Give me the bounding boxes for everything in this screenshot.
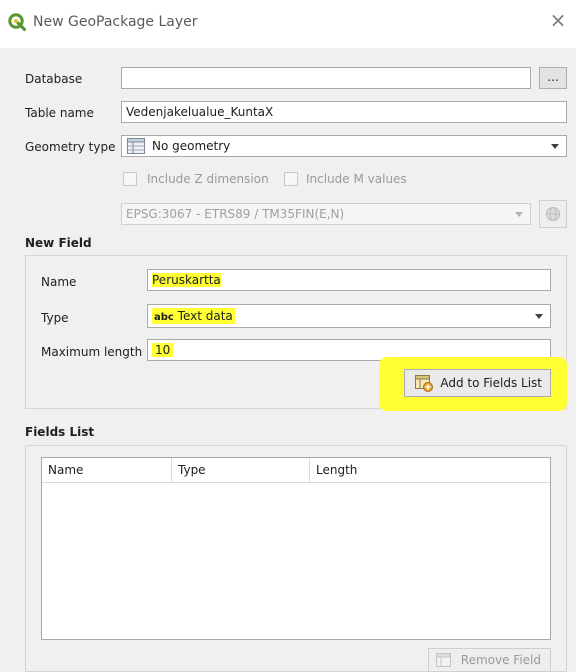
field-name-value: Peruskartta [152, 273, 221, 287]
add-field-icon [415, 375, 433, 392]
new-field-title: New Field [25, 236, 92, 250]
title-bar: New GeoPackage Layer × [0, 0, 576, 48]
column-header-length[interactable]: Length [310, 458, 551, 482]
fields-list-title: Fields List [25, 425, 95, 439]
add-to-fields-list-button[interactable]: Add to Fields List [404, 369, 551, 397]
browse-button[interactable]: ... [539, 67, 567, 89]
include-m-checkbox[interactable] [284, 172, 298, 186]
globe-icon [546, 207, 560, 221]
column-header-type[interactable]: Type [172, 458, 310, 482]
max-length-label: Maximum length [41, 345, 143, 359]
column-header-name[interactable]: Name [42, 458, 172, 482]
geometry-type-value: No geometry [152, 139, 231, 153]
table-name-input[interactable]: Vedenjakelualue_KuntaX [121, 101, 567, 123]
field-name-label: Name [41, 275, 77, 289]
close-icon[interactable]: × [548, 10, 568, 30]
database-label: Database [25, 72, 83, 86]
crs-value: EPSG:3067 - ETRS89 / TM35FIN(E,N) [126, 207, 345, 221]
window-title: New GeoPackage Layer [33, 14, 198, 30]
field-name-input[interactable]: Peruskartta [147, 269, 551, 291]
crs-select[interactable]: EPSG:3067 - ETRS89 / TM35FIN(E,N) [121, 203, 531, 225]
remove-field-label: Remove Field [460, 653, 541, 667]
text-type-icon: abc [154, 312, 174, 323]
geometry-type-label: Geometry type [25, 140, 116, 154]
add-to-fields-list-label: Add to Fields List [440, 376, 542, 390]
max-length-value: 10 [152, 343, 174, 357]
include-z-label: Include Z dimension [147, 172, 269, 186]
chevron-down-icon [515, 212, 523, 217]
qgis-logo-icon [8, 13, 26, 31]
include-m-label: Include M values [306, 172, 407, 186]
chevron-down-icon [551, 144, 559, 149]
field-type-value: Text data [177, 309, 233, 323]
table-grid-icon [127, 138, 145, 154]
database-input[interactable] [121, 67, 531, 89]
crs-selector-button[interactable] [539, 200, 567, 228]
remove-field-icon [436, 653, 451, 667]
field-type-label: Type [41, 311, 69, 325]
include-z-checkbox[interactable] [123, 172, 137, 186]
remove-field-button[interactable]: Remove Field [428, 648, 551, 672]
geometry-type-select[interactable]: No geometry [121, 135, 567, 157]
table-name-label: Table name [25, 106, 94, 120]
fields-table-header: Name Type Length [42, 458, 550, 483]
field-type-highlight: abc Text data [152, 308, 235, 324]
field-type-select[interactable]: abc Text data [147, 304, 551, 328]
chevron-down-icon [535, 314, 543, 319]
fields-table[interactable]: Name Type Length [41, 457, 551, 640]
